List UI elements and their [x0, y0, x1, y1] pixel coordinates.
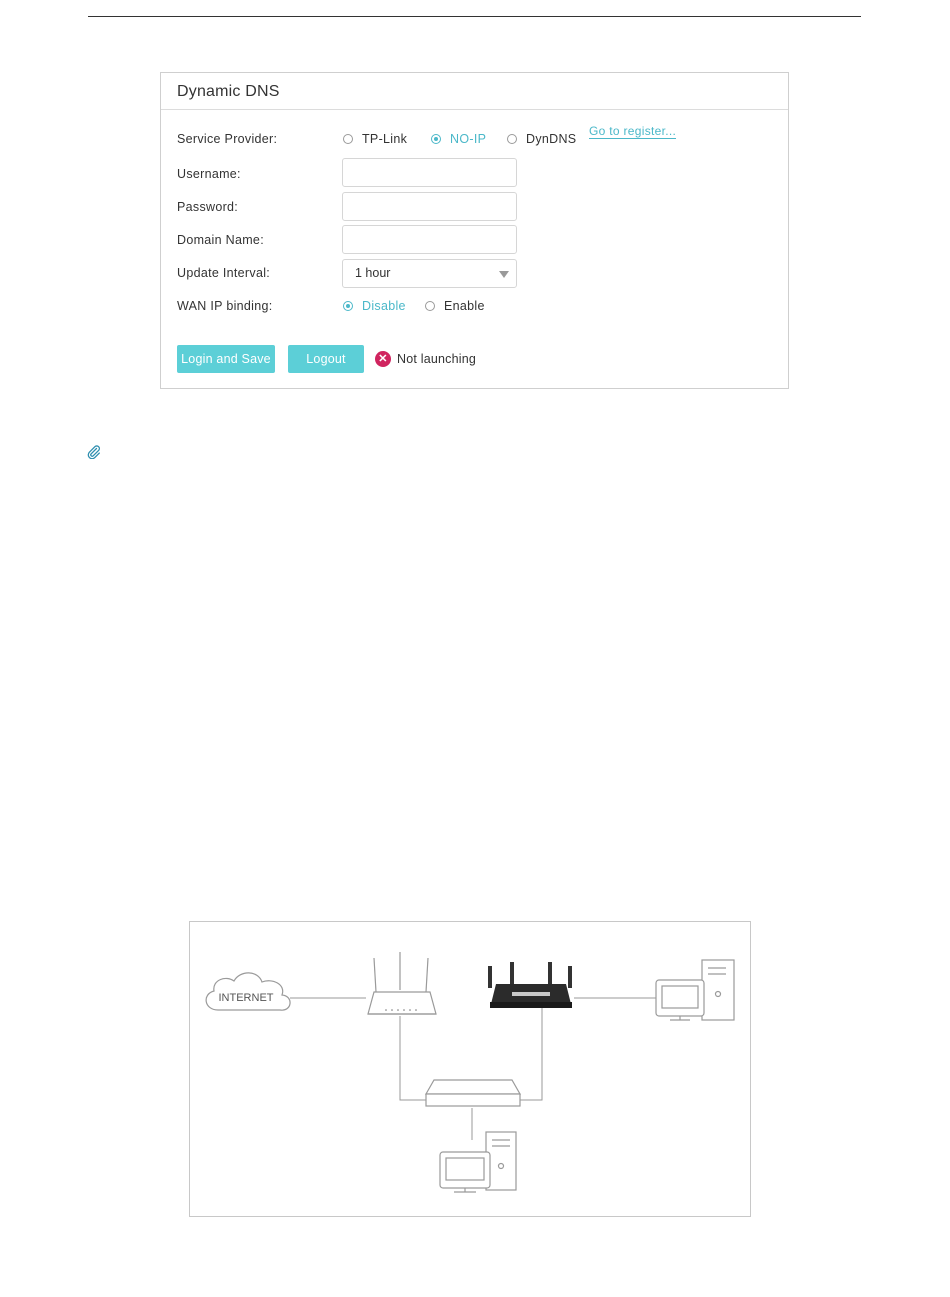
wan-ip-binding-label: WAN IP binding: [177, 299, 273, 313]
radio-enable[interactable]: Enable [425, 299, 485, 313]
domain-name-input[interactable] [342, 225, 517, 254]
login-and-save-button[interactable]: Login and Save [177, 345, 275, 373]
update-interval-select[interactable]: 1 hour [342, 259, 517, 288]
diagram-canvas: INTERNET [205, 952, 735, 1193]
panel-title: Dynamic DNS [177, 83, 280, 100]
radio-dyndns[interactable]: DynDNS [507, 132, 576, 146]
radio-circle[interactable] [425, 301, 435, 311]
network-topology-diagram: INTERNET [189, 921, 751, 1217]
update-interval-label: Update Interval: [177, 266, 271, 280]
internet-label: INTERNET [219, 992, 274, 1004]
panel-divider [161, 109, 788, 110]
radio-no-ip[interactable]: NO-IP [431, 132, 486, 146]
error-x-icon: ✕ [375, 351, 391, 367]
password-input[interactable] [342, 192, 517, 221]
radio-label: Enable [444, 299, 485, 313]
logout-button[interactable]: Logout [288, 345, 364, 373]
archer-router-icon [488, 962, 572, 1008]
ddns-status: ✕ Not launching [375, 351, 476, 367]
desktop-computer-icon [655, 959, 735, 1021]
radio-disable[interactable]: Disable [343, 299, 406, 313]
radio-label: TP-Link [362, 132, 408, 146]
username-label: Username: [177, 167, 241, 181]
domain-name-label: Domain Name: [177, 233, 264, 247]
radio-tp-link[interactable]: TP-Link [343, 132, 407, 146]
radio-circle[interactable] [507, 134, 517, 144]
username-input[interactable] [342, 158, 517, 187]
desktop-computer-icon [439, 1131, 517, 1193]
update-interval-value: 1 hour [355, 266, 391, 280]
modem-router-icon [367, 952, 437, 1015]
dynamic-dns-panel: Dynamic DNS Service Provider: TP-Link NO… [160, 72, 789, 389]
radio-label: DynDNS [526, 132, 577, 146]
radio-circle[interactable] [343, 301, 353, 311]
password-label: Password: [177, 200, 239, 214]
chevron-down-icon[interactable] [499, 271, 509, 278]
connection-lines [290, 997, 656, 1140]
status-text: Not launching [397, 352, 477, 366]
radio-circle[interactable] [431, 134, 441, 144]
go-to-register-link[interactable]: Go to register... [589, 125, 677, 139]
radio-label: NO-IP [450, 132, 487, 146]
page-top-rule [88, 16, 861, 17]
network-switch-icon [424, 1079, 522, 1107]
radio-circle[interactable] [343, 134, 353, 144]
paperclip-icon [87, 445, 100, 459]
service-provider-label: Service Provider: [177, 132, 278, 146]
radio-label: Disable [362, 299, 406, 313]
